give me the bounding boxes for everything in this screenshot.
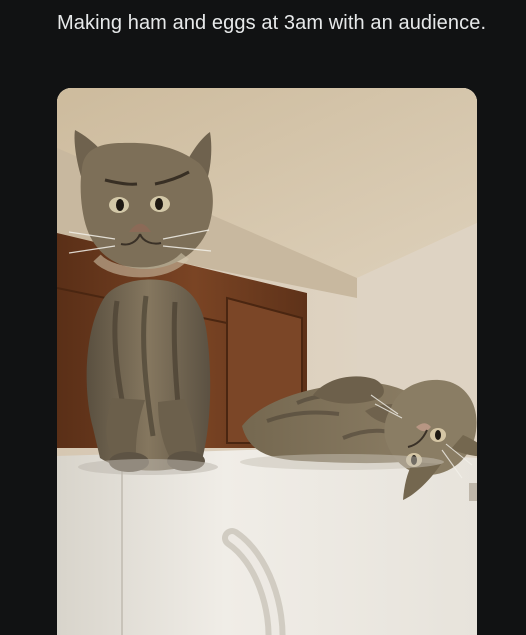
- post-text: Making ham and eggs at 3am with an audie…: [57, 12, 487, 34]
- fridge-hinge: [469, 483, 477, 501]
- post-photo[interactable]: [57, 88, 477, 635]
- cat-shadow-secondary: [240, 454, 444, 470]
- photo-icon: [57, 88, 477, 635]
- cat-shadow: [78, 459, 218, 475]
